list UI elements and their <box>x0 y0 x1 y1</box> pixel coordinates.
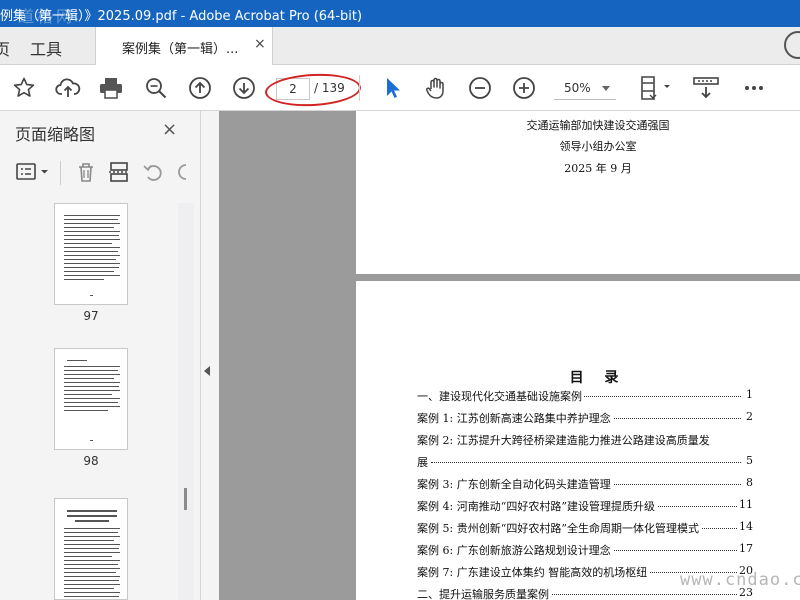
toc-entry[interactable]: 一、建设现代化交通基础设施案例 1 <box>417 388 753 404</box>
extract-pages-icon[interactable] <box>108 161 130 187</box>
toc-entry[interactable]: 案例 4: 河南推动“四好农村路”建设管理提质升级 11 <box>417 498 753 514</box>
rotate-right-icon[interactable] <box>176 161 188 187</box>
help-icon[interactable] <box>784 31 800 59</box>
zoom-in-icon[interactable] <box>510 74 538 102</box>
thumbnail-list: 97 98 <box>8 203 178 600</box>
search-zoom-icon[interactable] <box>142 74 170 102</box>
thumbnail-page-97[interactable] <box>54 203 128 305</box>
cover-line: 领导小组办公室 <box>559 140 637 153</box>
document-viewport[interactable]: 交通运输部加快建设交通强国 领导小组办公室 2025 年 9 月 目 录 一、建… <box>219 111 800 600</box>
zoom-select[interactable]: 50% <box>554 78 616 100</box>
close-tab-icon[interactable]: × <box>254 36 266 52</box>
toc-title: 目 录 <box>569 370 627 386</box>
page-up-icon[interactable] <box>186 74 214 102</box>
hand-icon[interactable] <box>422 74 450 102</box>
sidebar-gutter <box>201 111 219 600</box>
watermark-top: 道格网 <box>18 7 76 26</box>
toc-entry[interactable]: 案例 1: 江苏创新高速公路集中养护理念 2 <box>417 410 753 426</box>
thumbnail-label: 98 <box>83 454 99 468</box>
print-icon[interactable] <box>97 74 125 102</box>
sidebar-title: 页面缩略图 <box>15 125 96 144</box>
sidebar-divider <box>60 161 61 185</box>
thumbnail-label: 97 <box>83 309 99 323</box>
page-fit-icon[interactable] <box>638 74 674 102</box>
rotate-left-icon[interactable] <box>142 161 164 187</box>
zoom-out-icon[interactable] <box>466 74 494 102</box>
tab-bar: 页 工具 案例集（第一辑）... × <box>0 27 800 65</box>
toc-entry[interactable]: 展5 <box>417 454 753 470</box>
toc-entry[interactable]: 案例 6: 广东创新旅游公路规划设计理念 17 <box>417 542 753 558</box>
document-tab-label: 案例集（第一辑）... <box>122 42 239 57</box>
thumbnail-page-98[interactable] <box>54 348 128 450</box>
thumbnail-sidebar: 页面缩略图 × 97 98 <box>0 111 201 600</box>
cloud-upload-icon[interactable] <box>54 74 82 102</box>
select-pointer-icon[interactable] <box>378 74 406 102</box>
page-down-icon[interactable] <box>230 74 258 102</box>
trash-icon[interactable] <box>75 161 97 187</box>
more-icon[interactable] <box>740 74 768 102</box>
title-bar: 例集（第一辑）》2025.09.pdf - Adobe Acrobat Pro … <box>0 0 800 27</box>
sidebar-scrollbar[interactable] <box>178 203 194 600</box>
cover-line: 交通运输部加快建设交通强国 <box>526 119 670 132</box>
toc-entry[interactable]: 案例 3: 广东创新全自动化码头建造管理 8 <box>417 476 753 492</box>
collapse-sidebar-icon[interactable] <box>204 366 210 376</box>
tools-menu[interactable]: 工具 <box>30 36 62 60</box>
scroll-mode-icon[interactable] <box>692 74 720 102</box>
pdf-page-1: 交通运输部加快建设交通强国 领导小组办公室 2025 年 9 月 <box>356 111 800 274</box>
watermark-bottom: www.cndao.com <box>680 570 800 590</box>
home-menu[interactable]: 页 <box>0 36 10 60</box>
toolbar-divider <box>359 75 360 101</box>
toc-entry[interactable]: 案例 2: 江苏提升大跨径桥梁建造能力推进公路建设高质量发 <box>417 432 753 448</box>
sidebar-toolbar <box>0 155 200 189</box>
star-icon[interactable] <box>10 74 38 102</box>
document-tab[interactable]: 案例集（第一辑）... × <box>95 27 273 65</box>
cover-line: 2025 年 9 月 <box>564 162 632 175</box>
thumbnail-options-icon[interactable] <box>16 161 52 187</box>
toolbar: 2 / 139 50% <box>0 65 800 111</box>
scrollbar-thumb[interactable] <box>184 488 187 510</box>
toc-entry[interactable]: 案例 5: 贵州创新“四好农村路”全生命周期一体化管理模式 14 <box>417 520 753 536</box>
zoom-value: 50% <box>564 81 591 95</box>
chevron-down-icon <box>602 86 610 91</box>
pdf-page-2: 目 录 一、建设现代化交通基础设施案例 1 案例 1: 江苏创新高速公路集中养护理… <box>356 281 800 600</box>
thumbnail-page-99[interactable] <box>54 498 128 600</box>
sidebar-close-icon[interactable]: × <box>162 119 177 140</box>
